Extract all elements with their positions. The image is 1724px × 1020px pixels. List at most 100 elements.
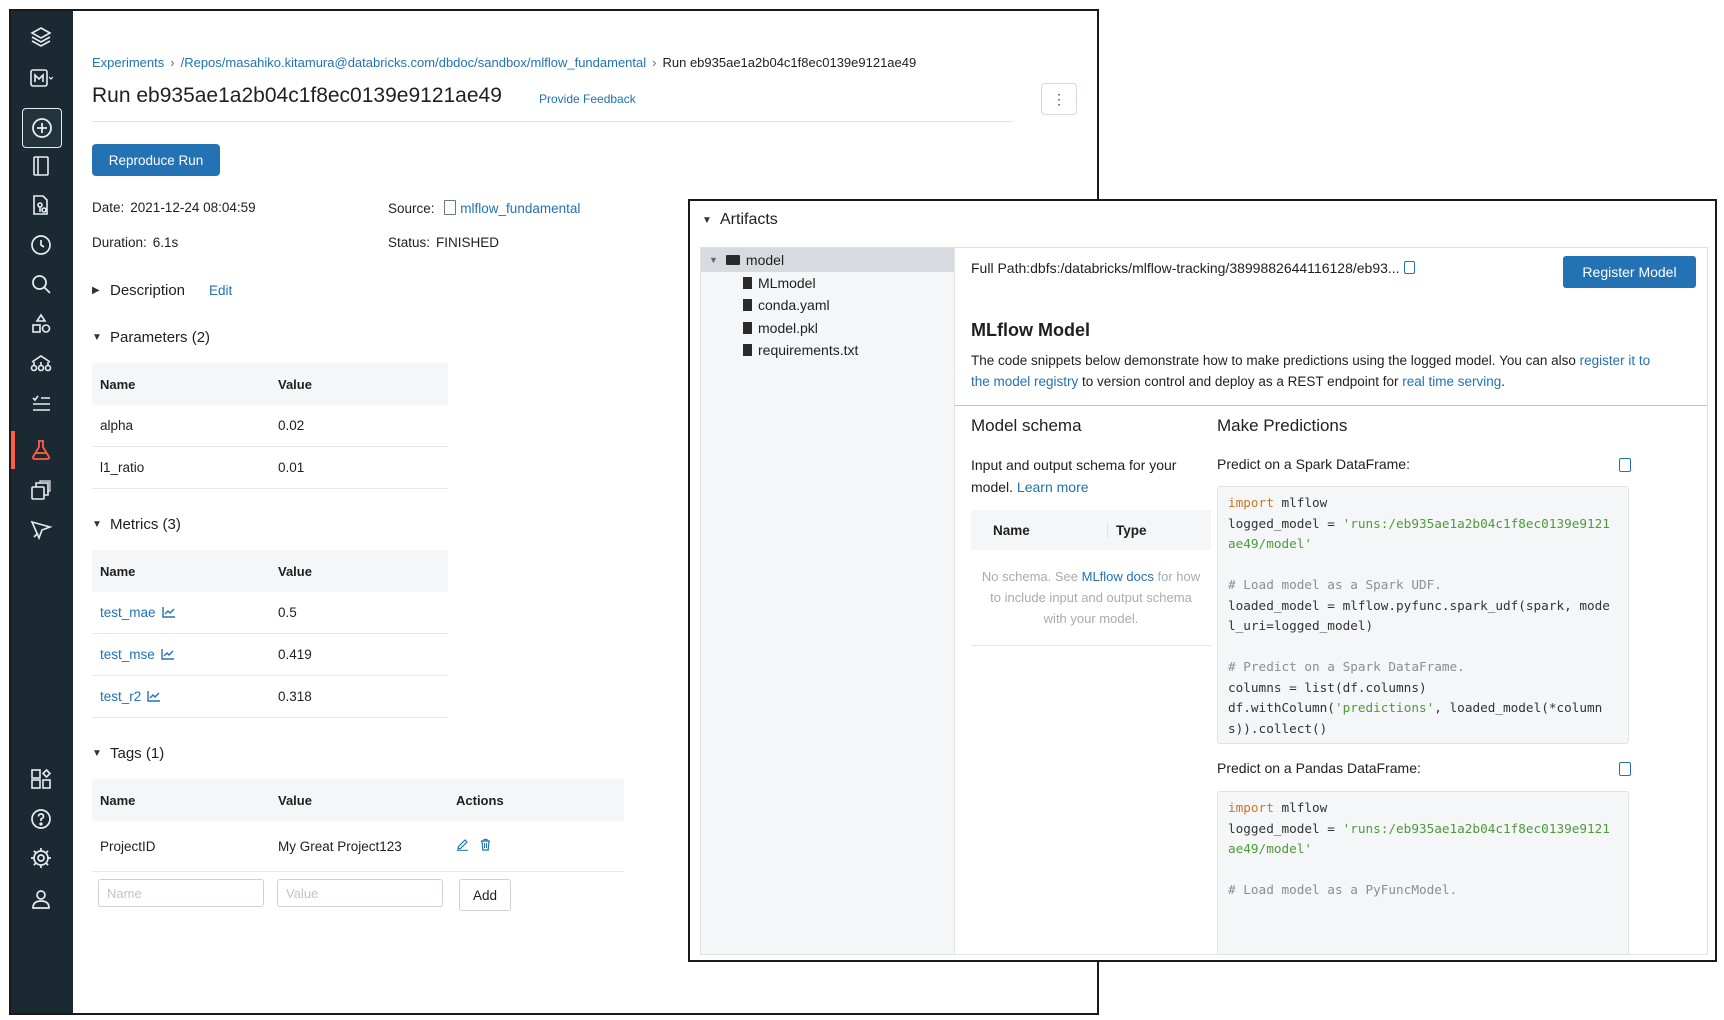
spark-code-snippet[interactable]: import mlflow logged_model = 'runs:/eb93… bbox=[1217, 486, 1629, 744]
tags-section-header[interactable]: ▼ Tags (1) bbox=[92, 745, 164, 762]
section-divider bbox=[955, 405, 1707, 406]
workspace-switcher-icon[interactable] bbox=[25, 63, 57, 95]
serving-icon[interactable] bbox=[25, 514, 57, 546]
table-row: alpha 0.02 bbox=[92, 405, 448, 447]
chevron-right-icon: › bbox=[170, 55, 175, 70]
artifacts-label: Artifacts bbox=[720, 211, 778, 228]
status-label: Status: bbox=[388, 235, 431, 250]
mlflow-docs-link[interactable]: MLflow docs bbox=[1082, 569, 1154, 584]
tree-item-file[interactable]: conda.yaml bbox=[743, 297, 830, 313]
trash-icon[interactable] bbox=[479, 838, 492, 851]
real-time-serving-link[interactable]: real time serving bbox=[1402, 374, 1501, 389]
tree-file-label: conda.yaml bbox=[758, 297, 830, 313]
tree-item-model[interactable]: ▼ model bbox=[701, 248, 954, 272]
tag-actions bbox=[448, 821, 624, 872]
source-link[interactable]: mlflow_fundamental bbox=[460, 201, 580, 216]
data-icon[interactable] bbox=[25, 308, 57, 340]
add-tag-button[interactable]: Add bbox=[459, 879, 511, 911]
tree-item-file[interactable]: MLmodel bbox=[743, 275, 816, 291]
repos-icon[interactable] bbox=[25, 189, 57, 221]
provide-feedback-link[interactable]: Provide Feedback bbox=[539, 92, 636, 106]
tree-item-file[interactable]: model.pkl bbox=[743, 320, 818, 336]
active-nav-indicator bbox=[11, 431, 15, 469]
code-token: , loaded_model(*column bbox=[1434, 700, 1603, 715]
learn-more-link[interactable]: Learn more bbox=[1017, 479, 1089, 495]
file-icon bbox=[743, 277, 752, 289]
layers-icon[interactable] bbox=[25, 21, 57, 53]
metric-value: 0.5 bbox=[270, 592, 448, 634]
notebook-icon bbox=[444, 200, 457, 215]
breadcrumb-experiment-path[interactable]: /Repos/masahiko.kitamura@databricks.com/… bbox=[181, 55, 647, 70]
code-token: s)).collect() bbox=[1228, 720, 1328, 736]
date-label: Date: bbox=[92, 200, 125, 215]
line-chart-icon[interactable] bbox=[147, 690, 161, 702]
experiments-icon[interactable] bbox=[25, 434, 57, 466]
code-token: loaded_model = mlflow.pyfunc.spark_udf(s… bbox=[1228, 597, 1610, 613]
table-row: l1_ratio 0.01 bbox=[92, 446, 448, 489]
help-icon[interactable] bbox=[25, 803, 57, 835]
edit-pencil-icon[interactable] bbox=[456, 838, 469, 851]
tree-file-label: model.pkl bbox=[758, 320, 818, 336]
column-header-name: Name bbox=[92, 779, 270, 821]
status-field: Status: FINISHED bbox=[388, 235, 499, 250]
line-chart-icon[interactable] bbox=[161, 648, 175, 660]
metrics-label: Metrics (3) bbox=[110, 516, 181, 533]
search-icon[interactable] bbox=[25, 268, 57, 300]
model-schema-description: Input and output schema for your model. … bbox=[971, 454, 1196, 498]
register-model-button[interactable]: Register Model bbox=[1563, 256, 1696, 288]
metrics-section-header[interactable]: ▼ Metrics (3) bbox=[92, 516, 181, 533]
parameters-section-header[interactable]: ▼ Parameters (2) bbox=[92, 329, 210, 346]
artifact-tree: ▼ model MLmodel conda.yaml model.pkl requ… bbox=[701, 248, 955, 954]
breadcrumb: Experiments › /Repos/masahiko.kitamura@dat… bbox=[92, 55, 916, 70]
parameters-table: Name Value alpha 0.02 l1_ratio 0.01 bbox=[92, 363, 448, 489]
new-tag-name-input[interactable] bbox=[98, 879, 264, 907]
file-icon bbox=[743, 322, 752, 334]
copy-icon[interactable] bbox=[1403, 261, 1415, 274]
source-label: Source: bbox=[388, 201, 435, 216]
file-icon bbox=[743, 299, 752, 311]
artifacts-section-header[interactable]: ▼ Artifacts bbox=[702, 211, 778, 229]
pandas-code-snippet[interactable]: import mlflow logged_model = 'runs:/eb93… bbox=[1217, 791, 1629, 954]
page-title: Run eb935ae1a2b04c1f8ec0139e9121ae49 bbox=[92, 84, 502, 107]
metric-link[interactable]: test_mae bbox=[100, 605, 156, 620]
settings-gear-icon[interactable] bbox=[25, 842, 57, 874]
artifacts-window: ▼ Artifacts ▼ model MLmodel conda.yaml mod… bbox=[688, 199, 1717, 962]
edit-description-link[interactable]: Edit bbox=[209, 283, 232, 298]
metric-link[interactable]: test_r2 bbox=[100, 689, 141, 704]
column-header-name: Name bbox=[92, 363, 270, 405]
schema-header-row: Name Type bbox=[971, 510, 1211, 550]
line-chart-icon[interactable] bbox=[161, 606, 176, 618]
param-name: l1_ratio bbox=[92, 446, 270, 489]
copy-icon[interactable] bbox=[1619, 762, 1631, 776]
clusters-icon[interactable] bbox=[25, 348, 57, 380]
code-token: columns = list(df.columns) bbox=[1228, 679, 1427, 695]
chevron-right-icon: › bbox=[652, 55, 657, 70]
workspace-icon[interactable] bbox=[25, 150, 57, 182]
recents-icon[interactable] bbox=[25, 229, 57, 261]
tags-table: Name Value Actions ProjectID My Great Pr… bbox=[92, 779, 624, 872]
user-icon[interactable] bbox=[25, 883, 57, 915]
reproduce-run-button[interactable]: Reproduce Run bbox=[92, 144, 220, 176]
metrics-table: Name Value test_mae 0.5 test_mse 0.419 t… bbox=[92, 550, 448, 718]
pandas-predict-label: Predict on a Pandas DataFrame: bbox=[1217, 760, 1421, 776]
mlflow-model-title: MLflow Model bbox=[971, 320, 1090, 340]
more-options-button[interactable]: ⋮ bbox=[1041, 83, 1077, 115]
code-token: logged_model = bbox=[1228, 515, 1343, 531]
jobs-icon[interactable] bbox=[25, 388, 57, 420]
new-tag-value-input[interactable] bbox=[277, 879, 443, 907]
model-schema-title: Model schema bbox=[971, 416, 1082, 435]
create-icon[interactable] bbox=[22, 108, 62, 148]
copy-icon[interactable] bbox=[1619, 458, 1631, 472]
tag-value: My Great Project123 bbox=[270, 821, 448, 872]
breadcrumb-experiments[interactable]: Experiments bbox=[92, 55, 164, 70]
partner-connect-icon[interactable] bbox=[25, 763, 57, 795]
table-header-row: Name Value bbox=[92, 550, 448, 592]
date-field: Date: 2021-12-24 08:04:59 bbox=[92, 200, 256, 215]
description-section-header[interactable]: ▶ Description Edit bbox=[92, 282, 232, 299]
tree-item-file[interactable]: requirements.txt bbox=[743, 342, 858, 358]
table-row: test_mse 0.419 bbox=[92, 633, 448, 676]
metric-link[interactable]: test_mse bbox=[100, 647, 155, 662]
desc-text: The code snippets below demonstrate how … bbox=[971, 353, 1580, 368]
models-icon[interactable] bbox=[25, 474, 57, 506]
breadcrumb-current-run: Run eb935ae1a2b04c1f8ec0139e9121ae49 bbox=[662, 55, 917, 70]
